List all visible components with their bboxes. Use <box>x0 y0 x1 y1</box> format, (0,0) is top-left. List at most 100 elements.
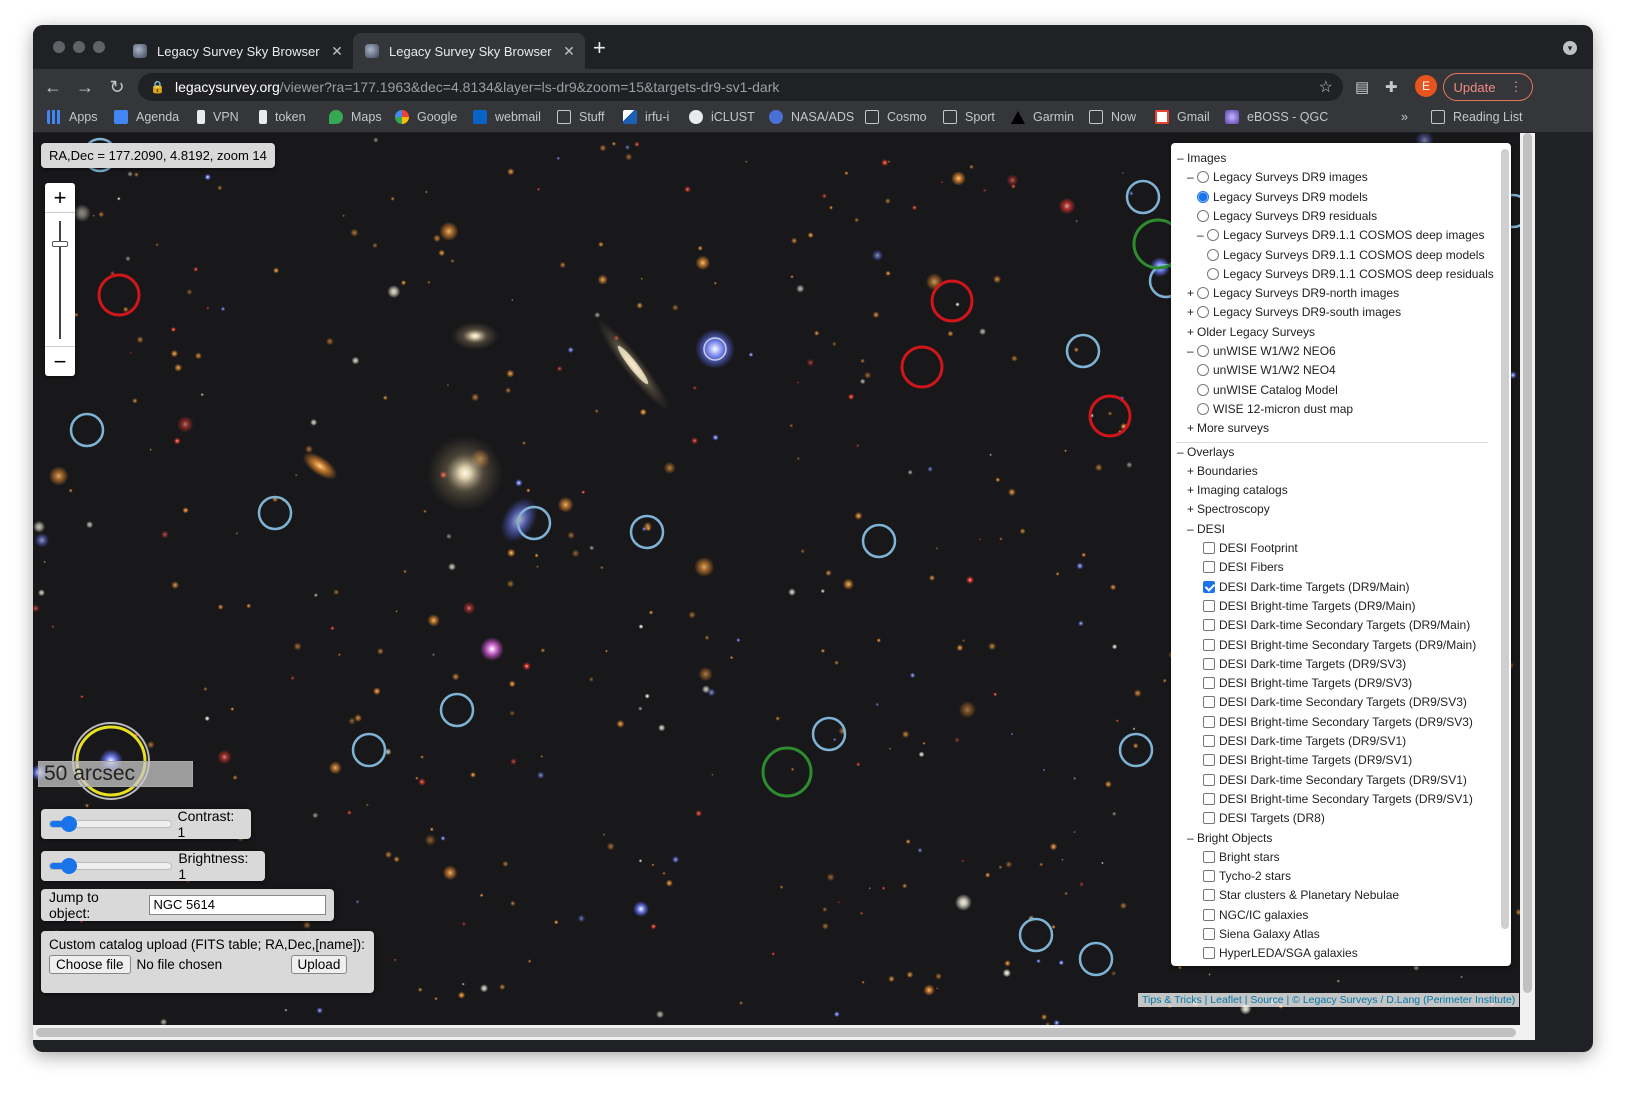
slider-thumb[interactable] <box>61 858 78 874</box>
overlays-section-header[interactable]: – Overlays <box>1177 445 1234 459</box>
layer-item[interactable]: DESI Dark-time Secondary Targets (DR9/SV… <box>1193 773 1467 787</box>
layer-checkbox[interactable] <box>1203 599 1215 612</box>
bookmark-google[interactable]: Google <box>395 110 457 124</box>
layer-checkbox[interactable] <box>1203 561 1215 574</box>
scrollbar-thumb[interactable] <box>36 1028 1516 1037</box>
bookmark-eboss[interactable]: eBOSS - QGC <box>1225 110 1328 124</box>
sky-map[interactable]: RA,Dec = 177.2090, 4.8192, zoom 14 + − 5… <box>33 133 1520 1025</box>
layer-checkbox[interactable] <box>1203 638 1215 651</box>
layer-item[interactable]: DESI Bright-time Secondary Targets (DR9/… <box>1193 715 1473 729</box>
layer-checkbox[interactable] <box>1203 947 1215 960</box>
expand-toggle[interactable]: + <box>1187 286 1197 300</box>
desi-target-circle[interactable] <box>1065 333 1101 369</box>
brightness-slider[interactable] <box>49 858 173 874</box>
layer-checkbox[interactable] <box>1203 715 1215 728</box>
layer-item[interactable]: + More surveys <box>1187 421 1269 435</box>
desi-target-circle[interactable] <box>861 523 897 559</box>
layer-item[interactable]: + Legacy Surveys DR9-south images <box>1187 305 1401 319</box>
close-tab-icon[interactable]: ✕ <box>327 43 347 60</box>
desi-target-circle[interactable] <box>69 412 105 448</box>
layer-item[interactable]: NGC/IC galaxies <box>1193 908 1308 922</box>
layer-checkbox[interactable] <box>1203 792 1215 805</box>
bookmark-stuff[interactable]: Stuff <box>557 110 604 124</box>
layer-item[interactable]: DESI Targets (DR8) <box>1193 811 1325 825</box>
slider-thumb[interactable] <box>61 816 78 832</box>
close-tab-icon[interactable]: ✕ <box>559 43 579 60</box>
layer-checkbox[interactable] <box>1203 542 1215 554</box>
bookmark-agenda[interactable]: Agenda <box>114 110 179 124</box>
bookmark-iclust[interactable]: iCLUST <box>689 110 755 124</box>
layer-item[interactable]: – Bright Objects <box>1187 831 1272 845</box>
layer-panel-scrollbar[interactable] <box>1501 149 1509 929</box>
desi-target-circle[interactable] <box>1018 917 1054 953</box>
zoom-slider-track[interactable] <box>59 221 61 339</box>
layer-item[interactable]: – Legacy Surveys DR9 images <box>1187 170 1368 184</box>
layer-checkbox[interactable] <box>1203 870 1215 883</box>
layer-item[interactable]: DESI Dark-time Targets (DR9/SV1) <box>1193 734 1406 748</box>
map-attribution[interactable]: Tips & Tricks | Leaflet | Source | © Leg… <box>1138 993 1520 1007</box>
layer-item[interactable]: DESI Dark-time Targets (DR9/Main) <box>1193 580 1410 594</box>
layer-item[interactable]: DESI Bright-time Secondary Targets (DR9/… <box>1193 792 1473 806</box>
bookmark-now[interactable]: Now <box>1089 110 1136 124</box>
layer-checkbox[interactable] <box>1203 908 1215 921</box>
profile-avatar[interactable]: E <box>1415 75 1437 97</box>
bookmark-nasa-ads[interactable]: NASA/ADS <box>769 110 854 124</box>
layer-radio[interactable] <box>1197 306 1209 319</box>
expand-toggle[interactable]: – <box>1197 228 1207 242</box>
more-bookmarks-icon[interactable]: » <box>1401 110 1408 124</box>
back-icon[interactable]: ← <box>41 75 65 99</box>
layer-checkbox[interactable] <box>1203 696 1215 709</box>
layer-item[interactable]: Siena Galaxy Atlas <box>1193 927 1320 941</box>
expand-toggle[interactable]: – <box>1187 170 1197 184</box>
tab-search-icon[interactable]: ▾ <box>1563 41 1577 55</box>
bookmark-star-icon[interactable]: ☆ <box>1319 77 1333 97</box>
desi-target-circle[interactable] <box>351 732 387 768</box>
layer-item[interactable]: Tycho-2 stars <box>1193 869 1291 883</box>
vertical-scrollbar[interactable] <box>1520 133 1535 1025</box>
layer-item[interactable]: unWISE Catalog Model <box>1187 383 1338 397</box>
desi-target-circle[interactable] <box>1078 941 1114 977</box>
extensions-icon[interactable]: ✚ <box>1385 78 1398 96</box>
zoom-out-button[interactable]: − <box>45 346 75 376</box>
expand-toggle[interactable]: + <box>1187 483 1197 497</box>
layer-item[interactable]: Legacy Surveys DR9 models <box>1187 190 1368 204</box>
maximize-window-icon[interactable] <box>93 41 105 53</box>
bookmark-garmin[interactable]: Garmin <box>1011 110 1074 124</box>
layer-item[interactable]: – DESI <box>1187 522 1225 536</box>
layer-item[interactable]: + Boundaries <box>1187 464 1258 478</box>
jump-input[interactable]: NGC 5614 <box>148 895 326 915</box>
new-tab-button[interactable]: + <box>593 37 606 59</box>
choose-file-button[interactable]: Choose file <box>49 955 131 974</box>
bookmark-gmail[interactable]: Gmail <box>1155 110 1210 124</box>
tab-1[interactable]: Legacy Survey Sky Browser ✕ <box>121 33 353 69</box>
layer-item[interactable]: DESI Bright-time Targets (DR9/Main) <box>1193 599 1416 613</box>
layer-item[interactable]: + Imaging catalogs <box>1187 483 1288 497</box>
scrollbar-thumb[interactable] <box>1523 133 1532 993</box>
layer-item[interactable]: Legacy Surveys DR9.1.1 COSMOS deep resid… <box>1197 267 1494 281</box>
expand-toggle[interactable]: – <box>1187 831 1197 845</box>
layer-item[interactable]: – unWISE W1/W2 NEO6 <box>1187 344 1336 358</box>
bookmark-sport[interactable]: Sport <box>943 110 995 124</box>
expand-toggle[interactable]: – <box>1187 344 1197 358</box>
layer-radio[interactable] <box>1207 248 1219 261</box>
update-button[interactable]: Update ⋮ <box>1443 73 1533 101</box>
layer-item[interactable]: HyperLEDA/SGA galaxies <box>1193 946 1358 960</box>
layer-checkbox[interactable] <box>1203 773 1215 786</box>
document-icon[interactable]: ▤ <box>1355 78 1369 96</box>
bookmark-cosmo[interactable]: Cosmo <box>865 110 927 124</box>
layer-checkbox[interactable] <box>1203 580 1215 593</box>
layer-checkbox[interactable] <box>1203 850 1215 863</box>
layer-radio[interactable] <box>1207 229 1219 242</box>
expand-toggle[interactable]: + <box>1187 502 1197 516</box>
minimize-window-icon[interactable] <box>73 41 85 53</box>
close-window-icon[interactable] <box>53 41 65 53</box>
desi-target-circle[interactable] <box>439 692 475 728</box>
bookmark-apps[interactable]: Apps <box>47 110 98 124</box>
tab-2[interactable]: Legacy Survey Sky Browser ✕ <box>353 33 585 69</box>
layer-item[interactable]: – Legacy Surveys DR9.1.1 COSMOS deep imag… <box>1197 228 1484 242</box>
contrast-slider[interactable] <box>49 816 172 832</box>
horizontal-scrollbar[interactable] <box>33 1025 1535 1040</box>
layer-checkbox[interactable] <box>1203 677 1215 690</box>
bookmark-irfu[interactable]: irfu-i <box>623 110 669 124</box>
layer-item[interactable]: Bright stars <box>1193 850 1280 864</box>
